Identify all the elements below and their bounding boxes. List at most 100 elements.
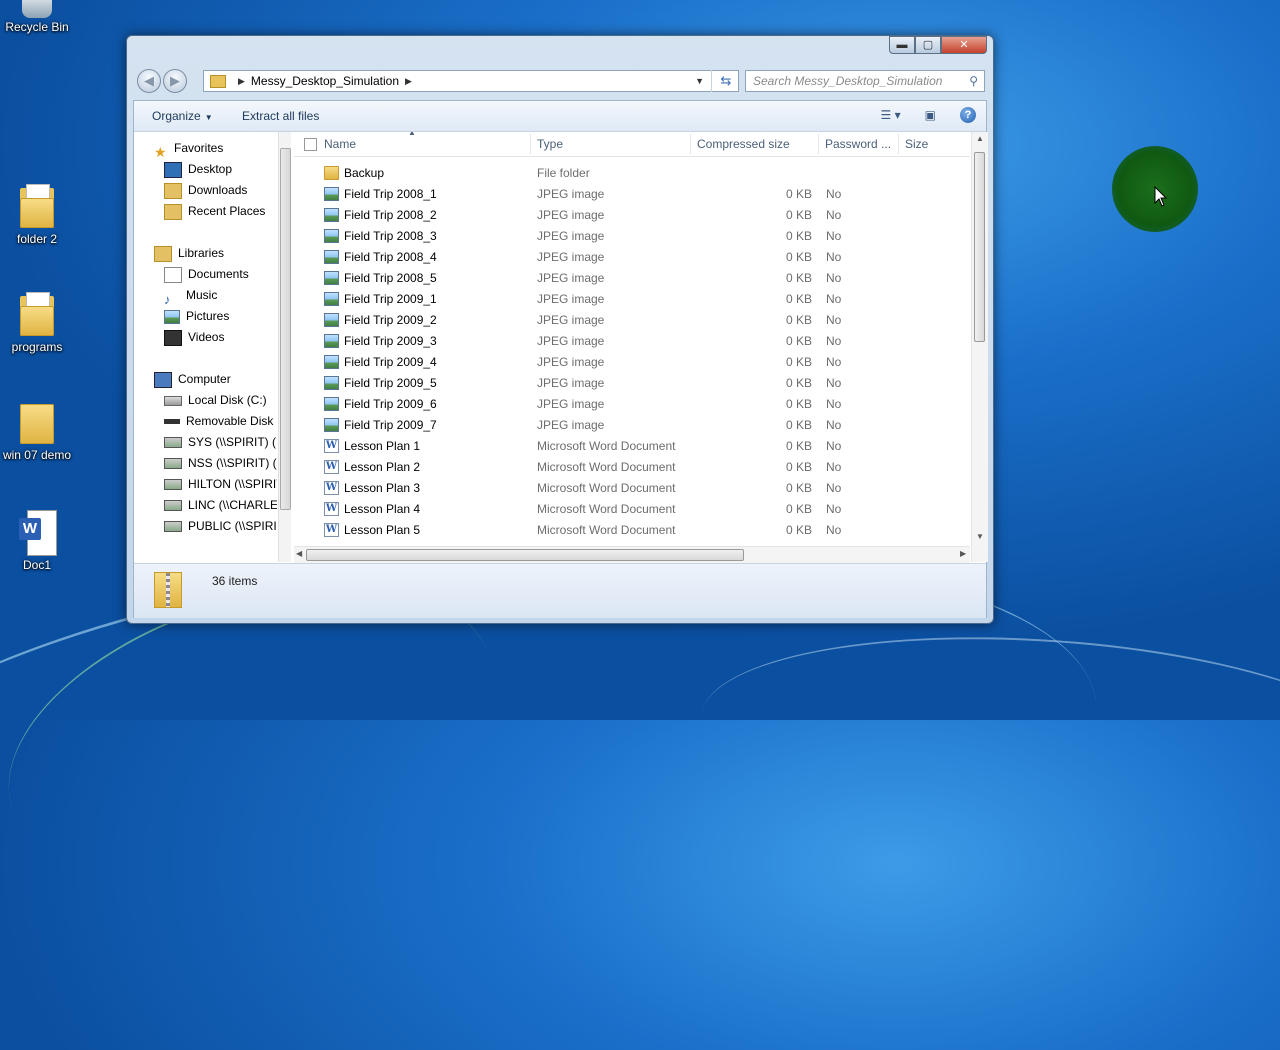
file-name: Lesson Plan 1 — [344, 439, 421, 453]
explorer-window: ▬ ▢ ✕ ◀ ▶ ▶ Messy_Desktop_Simulation ▶ ▼… — [126, 35, 994, 624]
column-header-type[interactable]: Type — [537, 137, 563, 151]
nav-item-network-drive[interactable]: HILTON (\\SPIRIT — [164, 474, 277, 495]
word-document-icon: W — [19, 510, 57, 556]
column-header-size[interactable]: Size — [905, 137, 928, 151]
file-compressed-size: 0 KB — [785, 502, 812, 516]
file-row[interactable]: W Lesson Plan 1 Microsoft Word Document 0 K… — [294, 436, 970, 457]
navigation-pane: ★ Favorites Desktop Downloads Recent Plac… — [134, 132, 277, 562]
desktop-icon-doc1[interactable]: W Doc1 — [0, 510, 74, 572]
chevron-right-icon[interactable]: ▶ — [405, 76, 412, 87]
file-row[interactable]: W Lesson Plan 5 Microsoft Word Document 0 K… — [294, 520, 970, 541]
preview-pane-icon[interactable]: ▣ — [925, 108, 936, 122]
minimize-button[interactable]: ▬ — [889, 36, 915, 54]
nav-item-recent-places[interactable]: Recent Places — [164, 201, 265, 222]
address-bar[interactable]: ▶ Messy_Desktop_Simulation ▶ ▼ — [203, 70, 739, 92]
file-row[interactable]: Field Trip 2008_5 JPEG image 0 KB No — [294, 268, 970, 289]
file-row[interactable]: Field Trip 2008_1 JPEG image 0 KB No — [294, 184, 970, 205]
file-row[interactable]: W Lesson Plan 2 Microsoft Word Document 0 K… — [294, 457, 970, 478]
file-password-protected: No — [826, 292, 842, 306]
documents-icon — [164, 266, 182, 283]
nav-item-documents[interactable]: Documents — [164, 264, 249, 285]
select-all-checkbox[interactable] — [304, 138, 317, 151]
nav-item-pictures[interactable]: Pictures — [164, 306, 229, 327]
nav-item-music[interactable]: ♪ Music — [164, 285, 218, 307]
scroll-left-icon[interactable]: ◀ — [296, 549, 302, 558]
nav-item-network-drive[interactable]: NSS (\\SPIRIT) (G — [164, 453, 277, 474]
change-view-icon[interactable]: ☰ ▾ — [881, 108, 901, 122]
desktop-icon-programs[interactable]: programs — [0, 292, 74, 354]
refresh-button[interactable]: ⇆ — [711, 70, 740, 92]
file-type: JPEG image — [537, 271, 605, 285]
nav-item-desktop[interactable]: Desktop — [164, 159, 232, 180]
recycle-bin-icon — [22, 0, 52, 18]
file-row[interactable]: Field Trip 2009_7 JPEG image 0 KB No — [294, 415, 970, 436]
file-row[interactable]: Field Trip 2008_4 JPEG image 0 KB No — [294, 247, 970, 268]
column-header-password[interactable]: Password ... — [825, 137, 891, 151]
nav-label: Computer — [178, 372, 231, 386]
breadcrumb[interactable]: Messy_Desktop_Simulation — [251, 74, 399, 88]
scrollbar-thumb[interactable] — [280, 148, 291, 510]
nav-item-removable-disk[interactable]: Removable Disk ( — [164, 411, 277, 432]
file-compressed-size: 0 KB — [785, 313, 812, 327]
file-row[interactable]: Field Trip 2009_5 JPEG image 0 KB No — [294, 373, 970, 394]
nav-item-network-drive[interactable]: SYS (\\SPIRIT) (F: — [164, 432, 277, 453]
organize-button[interactable]: Organize ▼ — [152, 101, 213, 131]
nav-item-computer[interactable]: Computer — [154, 369, 231, 390]
search-input[interactable]: Search Messy_Desktop_Simulation ⚲ — [745, 70, 985, 92]
column-headers: Name ▲ Type Compressed size Password ...… — [294, 132, 970, 157]
nav-item-videos[interactable]: Videos — [164, 327, 224, 348]
extract-all-button[interactable]: Extract all files — [242, 101, 319, 131]
close-button[interactable]: ✕ — [941, 36, 987, 54]
nav-item-downloads[interactable]: Downloads — [164, 180, 247, 201]
file-row[interactable]: W Lesson Plan 3 Microsoft Word Document 0 K… — [294, 478, 970, 499]
file-row[interactable]: Field Trip 2009_1 JPEG image 0 KB No — [294, 289, 970, 310]
file-type: JPEG image — [537, 418, 605, 432]
file-row[interactable]: Field Trip 2009_4 JPEG image 0 KB No — [294, 352, 970, 373]
maximize-button[interactable]: ▢ — [915, 36, 941, 54]
nav-item-network-drive[interactable]: PUBLIC (\\SPIRIT — [164, 516, 277, 537]
file-row[interactable]: Backup File folder — [294, 163, 970, 184]
file-row[interactable]: Field Trip 2008_2 JPEG image 0 KB No — [294, 205, 970, 226]
file-name: Field Trip 2009_5 — [344, 376, 437, 390]
forward-button[interactable]: ▶ — [163, 69, 187, 93]
nav-label: Pictures — [186, 309, 230, 323]
desktop-icon-folder-2[interactable]: folder 2 — [0, 184, 74, 246]
file-name: Backup — [344, 166, 385, 180]
nav-label: Music — [186, 288, 218, 302]
help-icon[interactable]: ? — [960, 107, 976, 123]
file-type: Microsoft Word Document — [537, 502, 676, 516]
file-row[interactable]: Field Trip 2008_3 JPEG image 0 KB No — [294, 226, 970, 247]
file-row[interactable]: Field Trip 2009_3 JPEG image 0 KB No — [294, 331, 970, 352]
file-type: Microsoft Word Document — [537, 523, 676, 537]
scroll-right-icon[interactable]: ▶ — [960, 549, 966, 558]
chevron-down-icon[interactable]: ▼ — [695, 76, 704, 86]
column-header-name[interactable]: Name — [324, 137, 356, 151]
scrollbar-thumb[interactable] — [306, 549, 744, 561]
word-document-icon: W — [324, 502, 339, 516]
back-button[interactable]: ◀ — [137, 69, 161, 93]
item-count: 36 items — [212, 574, 258, 588]
file-list-horizontal-scrollbar[interactable]: ◀ ▶ — [294, 546, 970, 563]
scrollbar-thumb[interactable] — [974, 152, 985, 342]
scroll-up-icon[interactable]: ▲ — [976, 134, 984, 143]
file-row[interactable]: W Lesson Plan 4 Microsoft Word Document 0 K… — [294, 499, 970, 520]
file-password-protected: No — [826, 376, 842, 390]
nav-item-libraries[interactable]: Libraries — [154, 243, 224, 264]
command-bar: Organize ▼ Extract all files ☰ ▾ ▣ ? — [134, 101, 986, 132]
nav-scrollbar[interactable] — [278, 132, 291, 562]
chevron-right-icon: ▶ — [238, 75, 245, 86]
file-row[interactable]: Field Trip 2009_6 JPEG image 0 KB No — [294, 394, 970, 415]
nav-item-network-drive[interactable]: LINC (\\CHARLES — [164, 495, 277, 516]
file-row[interactable]: Field Trip 2009_2 JPEG image 0 KB No — [294, 310, 970, 331]
scroll-down-icon[interactable]: ▼ — [976, 532, 984, 541]
file-list-vertical-scrollbar[interactable]: ▲ ▼ — [971, 132, 988, 562]
desktop-icon-win-07-demo[interactable]: win 07 demo — [0, 400, 74, 462]
nav-item-local-disk[interactable]: Local Disk (C:) — [164, 390, 267, 411]
column-header-compressed-size[interactable]: Compressed size — [697, 137, 790, 151]
nav-label: Favorites — [174, 141, 224, 155]
content-pane: Organize ▼ Extract all files ☰ ▾ ▣ ? ★ Fav… — [133, 100, 988, 618]
search-icon[interactable]: ⚲ — [969, 71, 978, 91]
nav-item-favorites[interactable]: ★ Favorites — [154, 138, 224, 160]
desktop-icon-recycle-bin[interactable]: Recycle Bin — [0, 0, 74, 34]
file-compressed-size: 0 KB — [785, 229, 812, 243]
